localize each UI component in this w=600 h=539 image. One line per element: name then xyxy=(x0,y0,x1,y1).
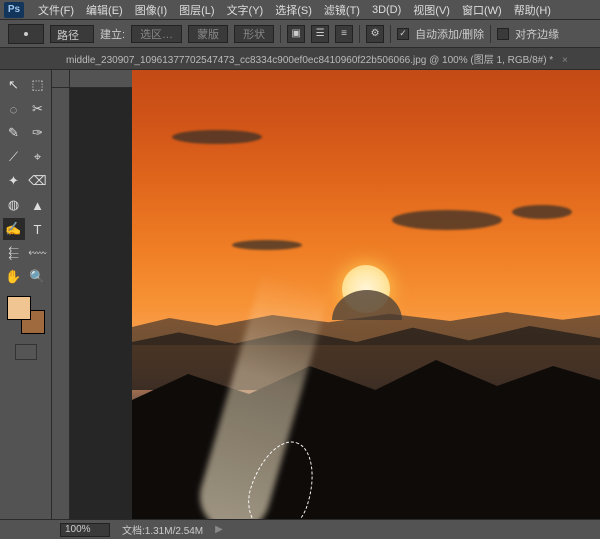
path-select-tool[interactable]: ⬱ xyxy=(3,242,25,264)
image-cloud xyxy=(392,210,502,230)
toolbox: ↖ ⬚ ◌ ✂ ✎ ✑ ⟋ ⌖ ✦ ⌫ ◍ ▲ ✍ T ⬱ ⬳ ✋ 🔍 xyxy=(0,70,52,519)
menu-filter[interactable]: 滤镜(T) xyxy=(318,2,366,18)
menu-file[interactable]: 文件(F) xyxy=(32,2,80,18)
blur-tool[interactable]: ▲ xyxy=(27,194,49,216)
separator xyxy=(280,25,281,43)
ruler-origin[interactable] xyxy=(52,70,70,88)
path-op-arrange-icon[interactable]: ≡ xyxy=(335,25,353,43)
menu-3d[interactable]: 3D(D) xyxy=(366,4,407,16)
eyedropper-tool[interactable]: ✎ xyxy=(3,122,25,144)
foreground-swatch[interactable] xyxy=(7,296,31,320)
zoom-input[interactable] xyxy=(60,523,110,537)
ruler-vertical[interactable] xyxy=(52,88,70,519)
tool-preset-picker[interactable] xyxy=(8,24,44,44)
zoom-tool[interactable]: 🔍 xyxy=(27,266,49,288)
image-cloud xyxy=(512,205,572,219)
menu-layer[interactable]: 图层(L) xyxy=(173,2,220,18)
menu-view[interactable]: 视图(V) xyxy=(407,2,456,18)
pen-tool[interactable]: ✍ xyxy=(3,218,25,240)
doc-info-label: 文档:1.31M/2.54M xyxy=(122,522,203,537)
gradient-tool[interactable]: ◍ xyxy=(3,194,25,216)
marquee-tool[interactable]: ⬚ xyxy=(27,74,49,96)
canvas[interactable] xyxy=(132,70,600,519)
menu-type[interactable]: 文字(Y) xyxy=(221,2,270,18)
workspace: ↖ ⬚ ◌ ✂ ✎ ✑ ⟋ ⌖ ✦ ⌫ ◍ ▲ ✍ T ⬱ ⬳ ✋ 🔍 xyxy=(0,70,600,519)
separator xyxy=(490,25,491,43)
close-icon[interactable]: × xyxy=(562,55,568,66)
quickmask-toggle[interactable] xyxy=(15,344,37,360)
document-tab[interactable]: middle_230907_10961377702547473_cc8334c9… xyxy=(58,51,576,66)
stamp-tool[interactable]: ⌖ xyxy=(27,146,49,168)
build-mask-button[interactable]: 蒙版 xyxy=(188,25,228,43)
move-tool[interactable]: ↖ xyxy=(3,74,25,96)
path-op-combine-icon[interactable]: ▣ xyxy=(287,25,305,43)
menu-help[interactable]: 帮助(H) xyxy=(508,2,557,18)
crop-tool[interactable]: ✂ xyxy=(27,98,49,120)
lasso-tool[interactable]: ◌ xyxy=(3,98,25,120)
image-cloud xyxy=(172,130,262,144)
shape-tool[interactable]: ⬳ xyxy=(27,242,49,264)
mode-select[interactable]: 路径 xyxy=(50,25,94,43)
history-brush-tool[interactable]: ✦ xyxy=(3,170,25,192)
statusbar: 文档:1.31M/2.54M ▶ xyxy=(0,519,600,539)
healing-tool[interactable]: ✑ xyxy=(27,122,49,144)
menu-select[interactable]: 选择(S) xyxy=(269,2,318,18)
eraser-tool[interactable]: ⌫ xyxy=(27,170,49,192)
align-edges-checkbox[interactable] xyxy=(497,28,509,40)
document-tabbar: middle_230907_10961377702547473_cc8334c9… xyxy=(0,48,600,70)
app-logo: Ps xyxy=(4,2,24,18)
canvas-area xyxy=(52,70,600,519)
options-bar: 路径 建立: 选区… 蒙版 形状 ▣ ☰ ≡ ⚙ ✓ 自动添加/删除 对齐边缘 xyxy=(0,20,600,48)
menubar: Ps 文件(F) 编辑(E) 图像(I) 图层(L) 文字(Y) 选择(S) 滤… xyxy=(0,0,600,20)
build-label: 建立: xyxy=(100,26,125,42)
menu-edit[interactable]: 编辑(E) xyxy=(80,2,129,18)
auto-add-label: 自动添加/删除 xyxy=(415,26,484,42)
separator xyxy=(359,25,360,43)
path-op-align-icon[interactable]: ☰ xyxy=(311,25,329,43)
gear-icon[interactable]: ⚙ xyxy=(366,25,384,43)
build-selection-button[interactable]: 选区… xyxy=(131,25,182,43)
auto-add-checkbox[interactable]: ✓ xyxy=(397,28,409,40)
menu-image[interactable]: 图像(I) xyxy=(129,2,173,18)
align-edges-label: 对齐边缘 xyxy=(515,26,559,42)
build-shape-button[interactable]: 形状 xyxy=(234,25,274,43)
color-swatches[interactable] xyxy=(7,296,45,334)
separator xyxy=(390,25,391,43)
brush-tool[interactable]: ⟋ xyxy=(3,146,25,168)
document-tab-title: middle_230907_10961377702547473_cc8334c9… xyxy=(66,55,553,66)
type-tool[interactable]: T xyxy=(27,218,49,240)
hand-tool[interactable]: ✋ xyxy=(3,266,25,288)
menu-window[interactable]: 窗口(W) xyxy=(456,2,508,18)
doc-info-menu-icon[interactable]: ▶ xyxy=(215,524,223,535)
image-cloud xyxy=(232,240,302,250)
